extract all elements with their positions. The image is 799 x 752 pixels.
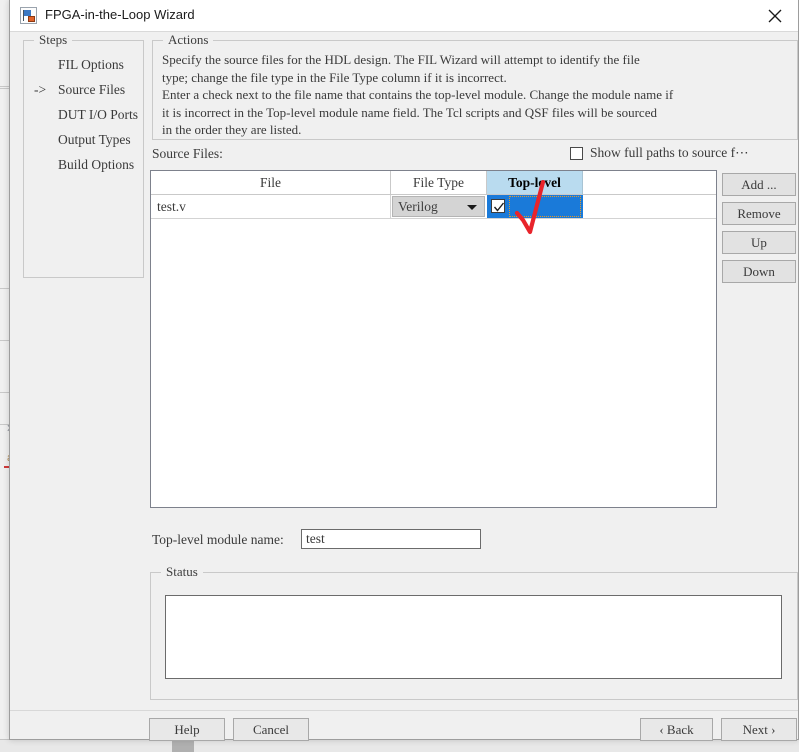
table-row[interactable]: test.v Verilog bbox=[151, 195, 716, 219]
cancel-button[interactable]: Cancel bbox=[233, 718, 309, 741]
show-full-paths-label: Show full paths to source f⋯ bbox=[590, 145, 749, 160]
cell-file-name[interactable]: test.v bbox=[151, 195, 391, 219]
sidebar-item-fil-options[interactable]: FIL Options bbox=[34, 57, 139, 77]
sidebar-item-build-options[interactable]: Build Options bbox=[34, 157, 139, 177]
actions-description: Specify the source files for the HDL des… bbox=[162, 52, 674, 137]
help-button[interactable]: Help bbox=[149, 718, 225, 741]
cell-focus-outline bbox=[509, 196, 581, 217]
top-level-checkbox[interactable] bbox=[491, 199, 505, 213]
checkbox-box[interactable] bbox=[570, 147, 583, 160]
cell-top-level[interactable] bbox=[487, 195, 583, 219]
column-header-filler bbox=[583, 171, 716, 195]
status-legend: Status bbox=[161, 564, 203, 580]
window-title: FPGA-in-the-Loop Wizard bbox=[45, 7, 195, 22]
status-text-area[interactable] bbox=[165, 595, 782, 679]
chevron-down-icon bbox=[467, 205, 477, 210]
fpga-wizard-dialog: FPGA-in-the-Loop Wizard Steps FIL Option… bbox=[9, 0, 799, 741]
file-type-value: Verilog bbox=[398, 199, 438, 214]
actions-legend: Actions bbox=[163, 32, 214, 48]
fpga-wizard-icon bbox=[20, 7, 37, 24]
steps-group: Steps FIL Options -> Source Files DUT I/… bbox=[23, 32, 144, 278]
actions-group: Actions Specify the source files for the… bbox=[152, 32, 798, 140]
sidebar-item-dut-io-ports[interactable]: DUT I/O Ports bbox=[34, 107, 139, 127]
steps-legend: Steps bbox=[34, 32, 73, 48]
close-icon bbox=[768, 9, 782, 23]
close-button[interactable] bbox=[752, 0, 798, 30]
down-button[interactable]: Down bbox=[722, 260, 796, 283]
sidebar-item-label: Build Options bbox=[58, 157, 135, 172]
sidebar-item-label: Output Types bbox=[58, 132, 131, 147]
module-name-label: Top-level module name: bbox=[152, 532, 284, 547]
cell-file-type[interactable]: Verilog bbox=[391, 195, 487, 219]
column-header-file-type[interactable]: File Type bbox=[391, 171, 487, 195]
sidebar-item-source-files[interactable]: -> Source Files bbox=[34, 82, 139, 102]
sidebar-item-output-types[interactable]: Output Types bbox=[34, 132, 139, 152]
title-bar: FPGA-in-the-Loop Wizard bbox=[10, 0, 798, 32]
pole-shape bbox=[23, 10, 24, 21]
back-button[interactable]: ‹ Back bbox=[640, 718, 713, 741]
column-header-top-level[interactable]: Top-level bbox=[487, 171, 583, 195]
sidebar-item-label: FIL Options bbox=[58, 57, 124, 72]
column-header-file[interactable]: File bbox=[151, 171, 391, 195]
up-button[interactable]: Up bbox=[722, 231, 796, 254]
check-icon bbox=[493, 202, 505, 212]
footer-separator bbox=[10, 710, 798, 711]
next-button[interactable]: Next › bbox=[721, 718, 797, 741]
file-type-dropdown[interactable]: Verilog bbox=[392, 196, 485, 217]
chip-shape bbox=[28, 16, 35, 22]
source-files-table[interactable]: File File Type Top-level test.v Verilog bbox=[150, 170, 717, 508]
remove-button[interactable]: Remove bbox=[722, 202, 796, 225]
add-button[interactable]: Add ... bbox=[722, 173, 796, 196]
background-scrollbar-thumb[interactable] bbox=[172, 741, 194, 752]
cell-filler bbox=[583, 195, 716, 219]
step-current-arrow-icon: -> bbox=[34, 82, 47, 97]
status-group: Status bbox=[150, 564, 798, 700]
module-name-input[interactable]: test bbox=[301, 529, 481, 549]
table-header-row: File File Type Top-level bbox=[151, 171, 716, 195]
sidebar-item-label: Source Files bbox=[58, 82, 126, 97]
source-files-label: Source Files: bbox=[152, 146, 223, 161]
sidebar-item-label: DUT I/O Ports bbox=[58, 107, 139, 122]
